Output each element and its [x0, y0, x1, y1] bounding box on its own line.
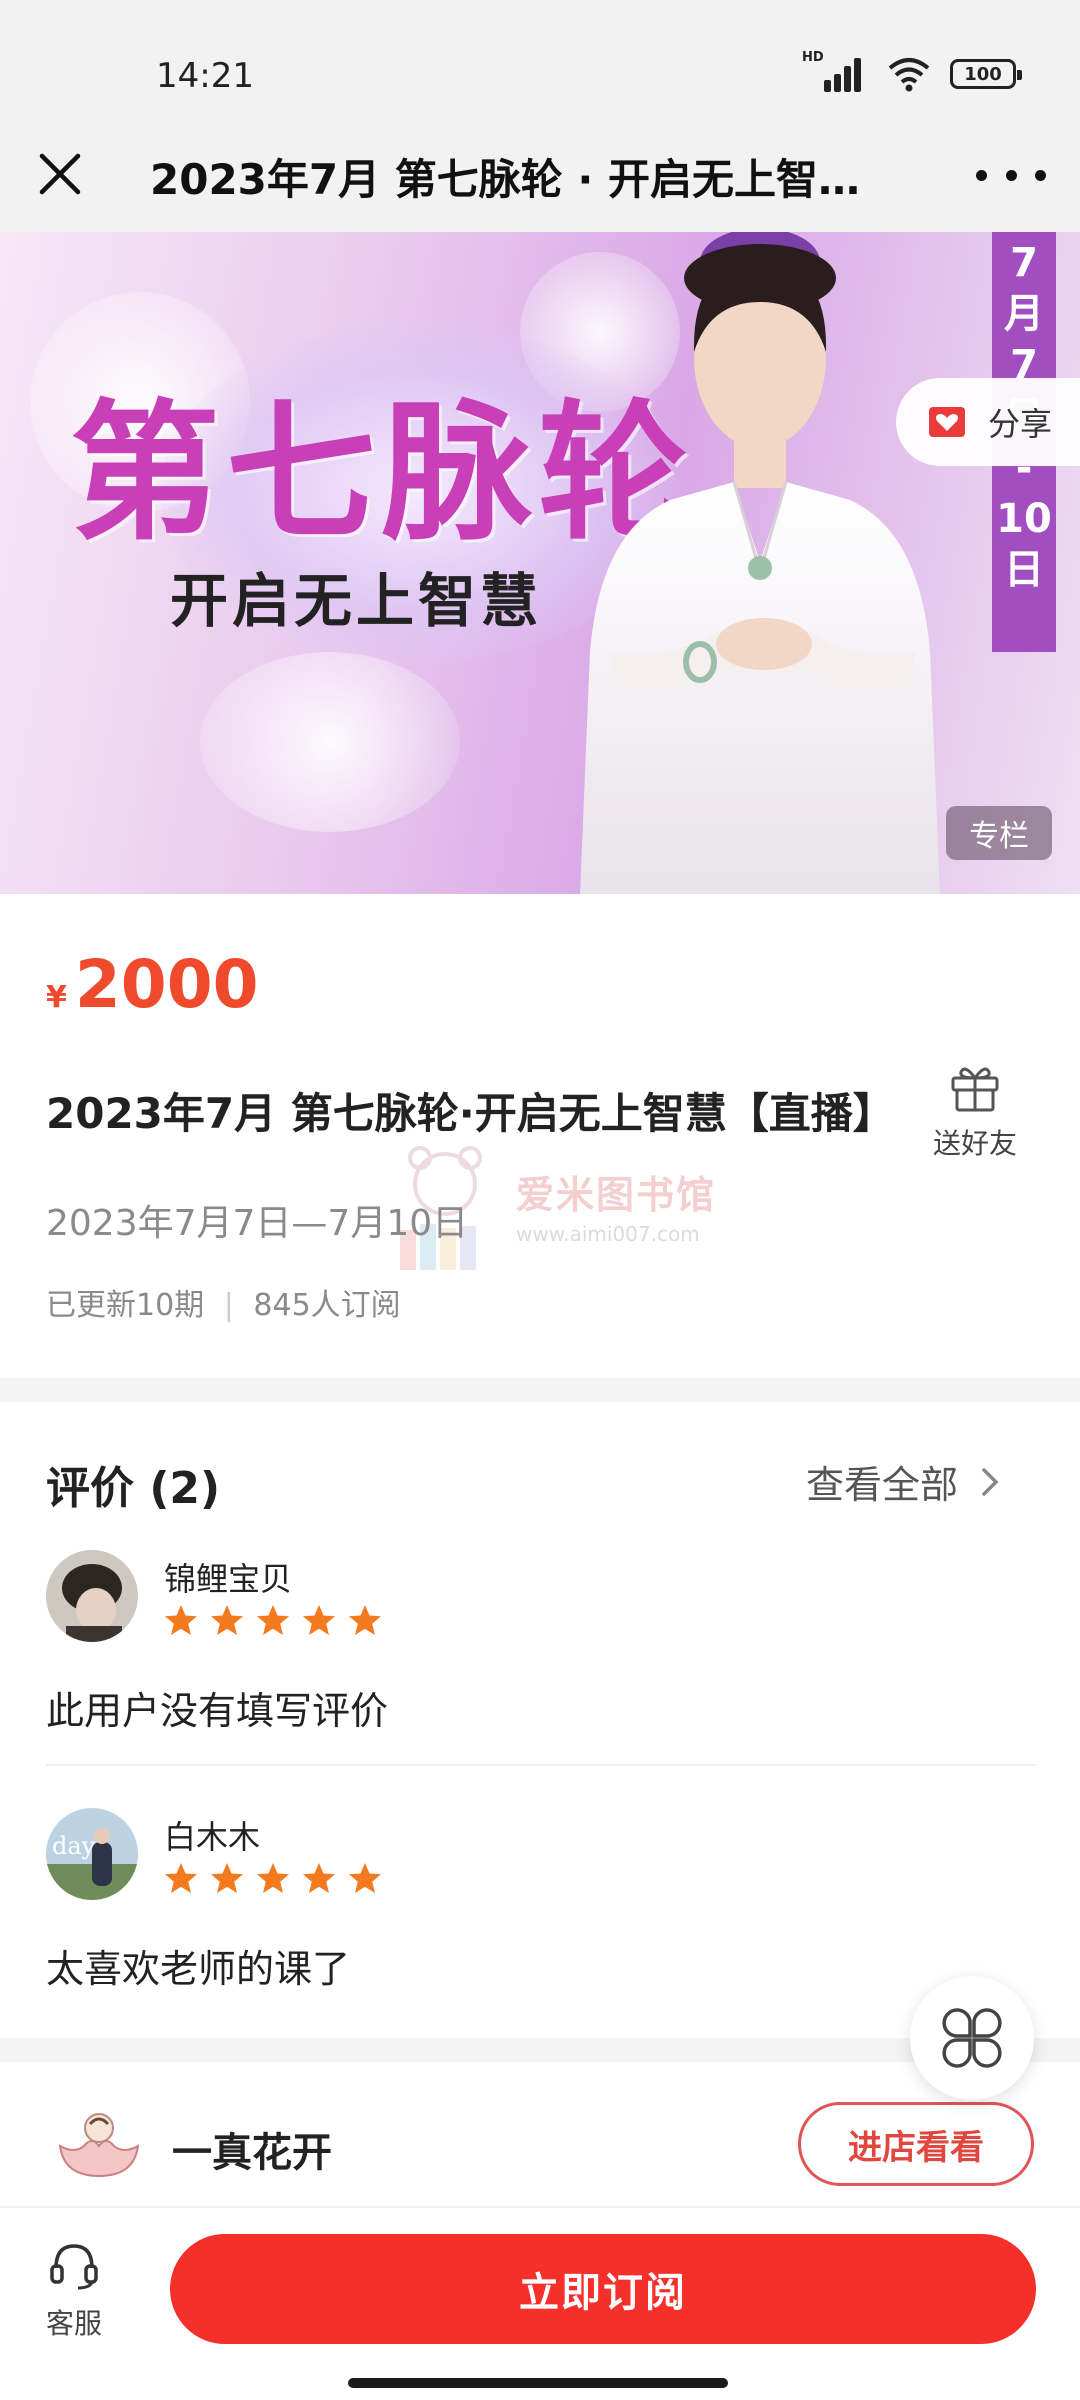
service-label: 客服	[45, 2307, 102, 2340]
customer-service-button[interactable]: 客服	[34, 2238, 114, 2342]
review-item: day 白木木 太喜欢老师的课了	[46, 1808, 1036, 1998]
more-options-icon[interactable]	[976, 160, 1046, 190]
star-icon	[349, 1605, 381, 1635]
clover-grid-icon	[942, 2008, 1002, 2068]
subscribe-button[interactable]: 立即订阅	[170, 2234, 1036, 2344]
reviews-section: 评价 (2) 查看全部 锦鲤宝贝 此用户没有填写评价 day 白木木 太喜欢老师…	[0, 1402, 1080, 2038]
status-icons: HD 100	[802, 50, 1022, 92]
shop-name: 一真花开	[172, 2130, 332, 2176]
meta-separator: |	[223, 1288, 234, 1323]
headset-icon	[50, 2244, 98, 2290]
review-item: 锦鲤宝贝 此用户没有填写评价	[46, 1550, 1036, 1740]
shop-card: 一真花开 进店看看	[0, 2062, 1080, 2226]
floating-menu-button[interactable]	[910, 1976, 1034, 2100]
battery-icon: 100	[950, 59, 1022, 89]
course-date-range: 2023年7月7日—7月10日	[46, 1203, 469, 1244]
star-icon	[211, 1863, 243, 1893]
avatar	[46, 1550, 138, 1642]
reviewer-name: 锦鲤宝贝	[164, 1560, 293, 1598]
star-icon	[165, 1605, 197, 1635]
home-indicator[interactable]	[348, 2378, 728, 2388]
star-icon	[349, 1863, 381, 1893]
rating-stars	[164, 1604, 382, 1636]
view-all-reviews-link[interactable]: 查看全部	[806, 1454, 1000, 1509]
status-bar: 14:21 HD 100	[0, 0, 1080, 140]
share-label: 分享	[988, 405, 1053, 443]
nav-bar: 2023年7月 第七脉轮 · 开启无上智慧【直播】	[0, 120, 1080, 232]
battery-level: 100	[964, 63, 1002, 85]
product-info: ¥ 2000 2023年7月 第七脉轮·开启无上智慧【直播】 送好友 爱米图书馆…	[0, 894, 1080, 1378]
svg-text:day: day	[52, 1832, 96, 1860]
status-time: 14:21	[156, 56, 254, 96]
watermark-url: www.aimi007.com	[516, 1222, 700, 1246]
wifi-icon	[888, 58, 930, 92]
view-all-label: 查看全部	[806, 1463, 959, 1507]
gift-label: 送好友	[932, 1127, 1017, 1160]
star-icon	[257, 1605, 289, 1635]
price-value: 2000	[74, 946, 259, 1023]
page-title: 2023年7月 第七脉轮 · 开启无上智慧【直播】	[150, 155, 890, 204]
shop-logo	[58, 2113, 140, 2178]
price: ¥ 2000	[46, 946, 259, 1023]
banner-subtitle: 开启无上智慧	[170, 567, 543, 635]
reviews-header: 评价 (2)	[46, 1463, 221, 1514]
gift-icon	[951, 1067, 999, 1112]
rating-stars	[164, 1862, 382, 1894]
product-page: 14:21 HD 100 2023年7月 第七脉轮 · 开启无上智慧 第七脉轮 …	[0, 0, 1080, 2400]
course-title: 2023年7月 第七脉轮·开启无上智慧【直播】	[46, 1089, 895, 1138]
currency-symbol: ¥	[46, 980, 67, 1015]
network-badge: HD	[802, 50, 824, 65]
close-icon[interactable]	[28, 142, 92, 206]
updates-count: 已更新10期	[46, 1288, 205, 1323]
avatar: day	[46, 1808, 138, 1900]
watermark-text: 爱米图书馆	[516, 1173, 717, 1217]
course-banner: 第七脉轮 开启无上智慧 7 月 7 日	[0, 232, 1080, 894]
review-text: 太喜欢老师的课了	[46, 1947, 351, 1991]
enter-shop-button[interactable]: 进店看看	[798, 2102, 1034, 2186]
star-icon	[303, 1863, 335, 1893]
review-text: 此用户没有填写评价	[46, 1689, 389, 1733]
share-icon	[929, 407, 965, 437]
course-meta: 已更新10期 | 845人订阅	[46, 1280, 401, 1324]
star-icon	[211, 1605, 243, 1635]
star-icon	[257, 1863, 289, 1893]
cell-signal-icon: HD	[802, 50, 868, 92]
share-button[interactable]: 分享	[896, 378, 1080, 466]
gift-to-friend-button[interactable]: 送好友	[930, 1060, 1020, 1162]
bottom-action-bar: 客服 立即订阅	[0, 2206, 1080, 2400]
star-icon	[303, 1605, 335, 1635]
review-divider	[46, 1764, 1036, 1766]
subscriber-count: 845人订阅	[253, 1288, 401, 1323]
chevron-right-icon	[982, 1467, 999, 1496]
reviewer-name: 白木木	[164, 1818, 261, 1856]
column-tag: 专栏	[946, 806, 1052, 860]
star-icon	[165, 1863, 197, 1893]
